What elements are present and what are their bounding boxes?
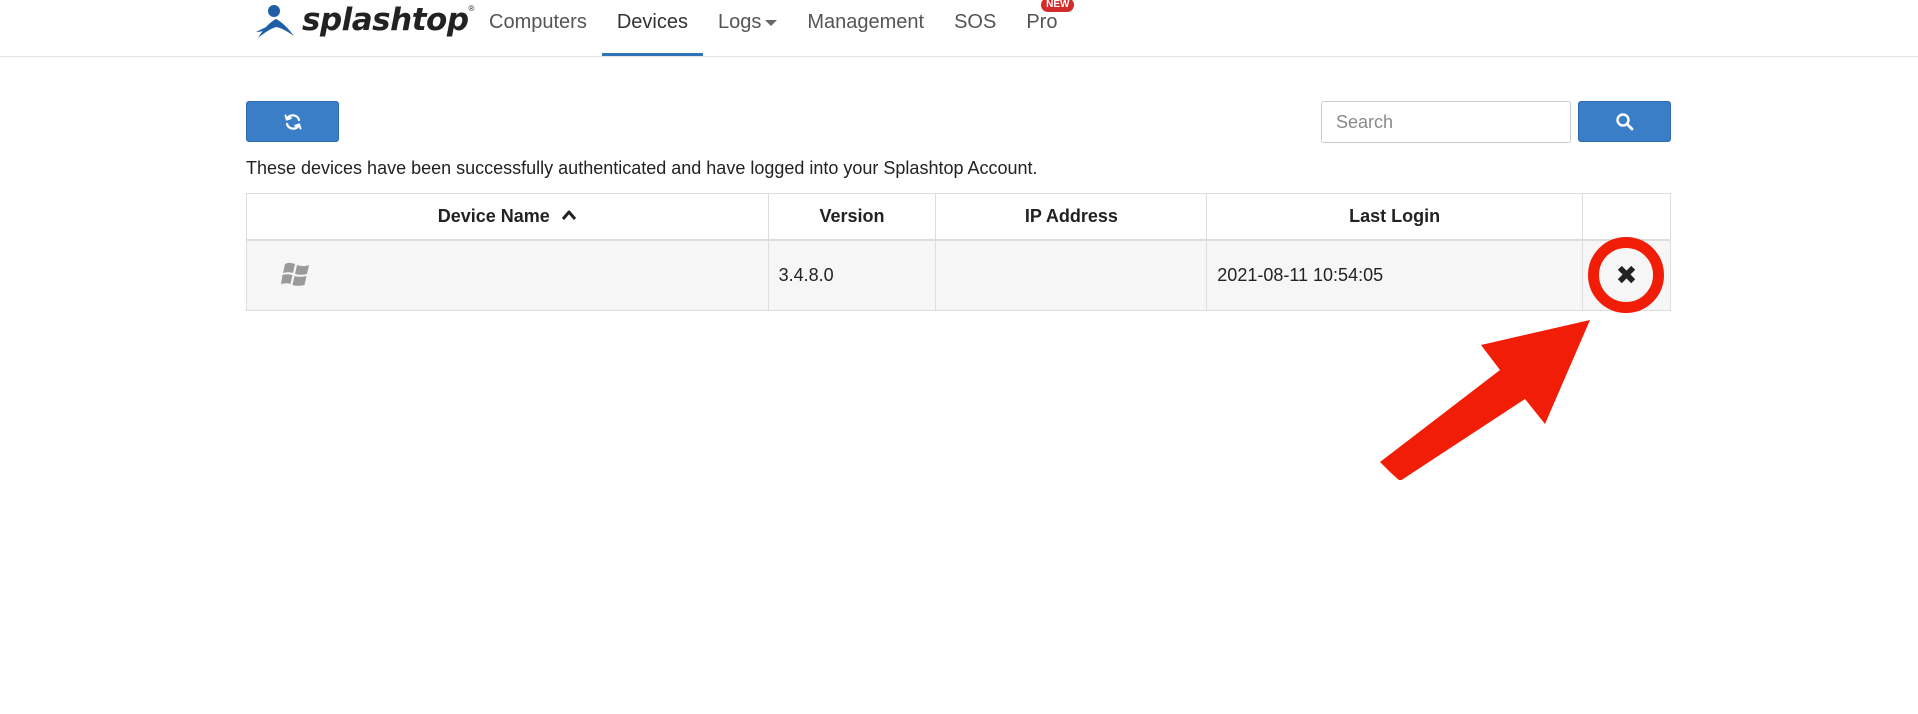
actions-cell: ✖ xyxy=(1582,239,1671,311)
chevron-down-icon xyxy=(765,19,778,26)
close-icon: ✖ xyxy=(1615,260,1638,291)
column-ip-address[interactable]: IP Address xyxy=(935,193,1208,241)
nav-computers-label: Computers xyxy=(489,11,587,33)
refresh-icon xyxy=(284,113,301,130)
search-icon xyxy=(1615,112,1633,130)
splashtop-logo-icon xyxy=(256,5,294,38)
search-button[interactable] xyxy=(1578,101,1671,142)
annotation-arrow xyxy=(1380,320,1590,480)
top-navbar: splashtop ® Computers Devices Logs Manag… xyxy=(0,0,1918,57)
device-name-cell xyxy=(246,239,769,311)
remove-device-button[interactable]: ✖ xyxy=(1612,260,1642,290)
windows-icon xyxy=(281,263,309,286)
devices-table: Device Name Version IP Address Last Logi… xyxy=(246,193,1671,311)
version-cell: 3.4.8.0 xyxy=(767,239,937,311)
table-header-row: Device Name Version IP Address Last Logi… xyxy=(246,193,1671,241)
nav-sos-label: SOS xyxy=(954,11,997,33)
last-login-cell: 2021-08-11 10:54:05 xyxy=(1206,239,1584,311)
nav-logs[interactable]: Logs xyxy=(703,0,792,56)
table-row: 3.4.8.0 2021-08-11 10:54:05 ✖ xyxy=(246,239,1671,311)
nav-management[interactable]: Management xyxy=(792,0,939,56)
search-input[interactable] xyxy=(1321,101,1571,143)
sort-ascending-icon xyxy=(561,210,576,220)
nav-devices-label: Devices xyxy=(616,11,688,33)
column-device-name-label: Device Name xyxy=(437,205,550,226)
column-version[interactable]: Version xyxy=(767,193,937,241)
nav-logs-label: Logs xyxy=(717,11,762,33)
main-nav: Computers Devices Logs Management SOS Pr… xyxy=(474,0,1075,56)
nav-pro[interactable]: Pro NEW xyxy=(1011,0,1075,56)
nav-pro-label: Pro xyxy=(1026,11,1058,33)
refresh-button[interactable] xyxy=(246,101,339,142)
column-device-name[interactable]: Device Name xyxy=(246,193,769,241)
column-last-login[interactable]: Last Login xyxy=(1206,193,1584,241)
brand-name: splashtop xyxy=(302,2,469,38)
nav-sos[interactable]: SOS xyxy=(939,0,1011,56)
splashtop-logo[interactable]: splashtop ® xyxy=(254,0,474,44)
nav-management-label: Management xyxy=(807,11,925,33)
ip-address-cell xyxy=(935,239,1208,311)
new-badge: NEW xyxy=(1041,0,1075,12)
nav-devices[interactable]: Devices xyxy=(601,0,704,56)
intro-text: These devices have been successfully aut… xyxy=(246,158,1038,178)
nav-computers[interactable]: Computers xyxy=(474,0,602,56)
column-actions xyxy=(1582,193,1671,241)
